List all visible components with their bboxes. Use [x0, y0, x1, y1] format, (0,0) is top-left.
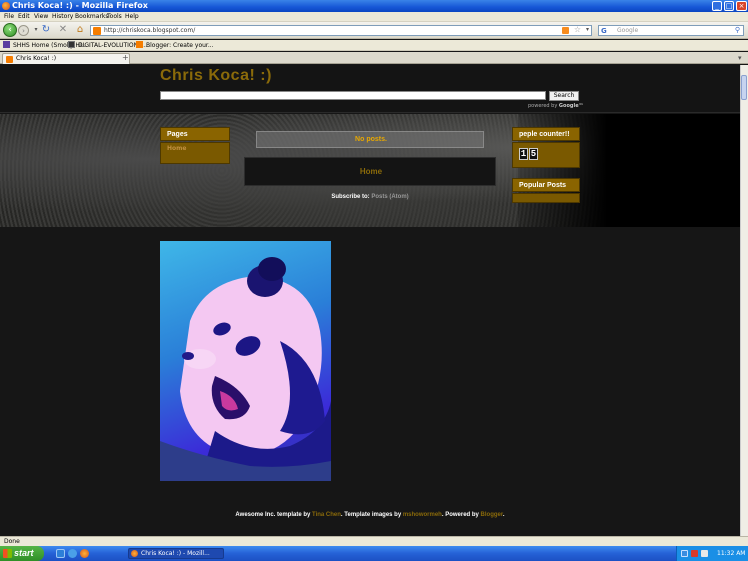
firefox-icon — [131, 550, 138, 557]
menu-view[interactable]: View — [34, 12, 48, 22]
menu-history[interactable]: History — [52, 12, 73, 22]
status-bar: Done — [0, 536, 748, 546]
start-label: start — [14, 548, 34, 558]
navigation-toolbar: ‹ › ▾ ↻ ✕ ⌂ http://chriskoca.blogspot.co… — [0, 22, 748, 39]
page-viewport: Chris Koca! :) Search powered by Google™… — [0, 65, 740, 536]
new-tab-button[interactable]: + — [122, 53, 129, 63]
security-alert-icon[interactable] — [691, 550, 698, 557]
tab-label: Chris Koca! :) — [16, 55, 57, 62]
bookmark-icon — [3, 41, 10, 48]
blog-search-input[interactable] — [160, 91, 546, 100]
star-bookmark-icon[interactable]: ☆ — [574, 25, 581, 34]
show-desktop-icon[interactable] — [56, 549, 65, 558]
footer-link-blogger[interactable]: Blogger — [481, 512, 503, 518]
subscribe-link[interactable]: Posts (Atom) — [371, 194, 408, 200]
forward-button[interactable]: › — [18, 25, 29, 36]
firefox-icon — [2, 2, 10, 10]
popular-posts-header: Popular Posts — [512, 178, 580, 192]
no-posts-text: No posts. — [355, 136, 387, 143]
panda-illustration — [160, 257, 331, 481]
menu-bookmarks[interactable]: Bookmarks — [75, 12, 109, 22]
url-text: http://chriskoca.blogspot.com/ — [104, 27, 196, 34]
counter-digit: 5 — [529, 148, 538, 160]
help-icon[interactable] — [681, 550, 688, 557]
footer-text: . Template images by — [340, 512, 403, 518]
windows-flag-icon — [3, 549, 12, 558]
google-search-icon: G — [601, 27, 607, 35]
pages-home-link[interactable]: Home — [167, 145, 186, 152]
blogger-icon — [136, 41, 143, 48]
scrollbar-thumb[interactable] — [741, 75, 747, 100]
bookmarks-toolbar: SHHS Home (Smoky Hi... DIGITAL-EVOLUTION… — [0, 40, 748, 51]
address-bar[interactable]: http://chriskoca.blogspot.com/ ☆ ▾ — [90, 25, 592, 36]
pages-widget-body: Home — [160, 142, 230, 164]
url-dropdown-icon[interactable]: ▾ — [586, 26, 589, 33]
blogger-favicon — [6, 56, 13, 63]
footer-text: Awesome Inc. template by — [235, 512, 313, 518]
firefox-quicklaunch-icon[interactable] — [80, 549, 89, 558]
stop-icon[interactable]: ✕ — [57, 24, 69, 36]
menu-bar: File Edit View History Bookmarks Tools H… — [0, 12, 748, 22]
rss-feed-icon[interactable] — [562, 27, 569, 34]
close-button[interactable]: × — [736, 1, 747, 11]
home-link-box: Home — [244, 157, 496, 186]
menu-help[interactable]: Help — [125, 12, 139, 22]
blog-title[interactable]: Chris Koca! :) — [160, 67, 272, 85]
blog-footer: Awesome Inc. template by Tina Chen. Temp… — [0, 512, 740, 518]
vertical-scrollbar[interactable] — [740, 65, 748, 536]
task-label: Chris Koca! :) - Mozill... — [141, 550, 210, 557]
footer-text: . Powered by — [441, 512, 481, 518]
window-title: Chris Koca! :) - Mozilla Firefox — [12, 1, 148, 10]
search-placeholder: Google — [617, 27, 639, 34]
maximize-button[interactable]: □ — [724, 1, 734, 11]
pages-widget-header: Pages — [160, 127, 230, 141]
powered-by-google: powered by Google™ — [528, 103, 584, 109]
subscribe-line: Subscribe to: Posts (Atom) — [244, 194, 496, 200]
counter-widget-header: peple counter!! — [512, 127, 580, 141]
clock[interactable]: 11:32 AM — [717, 546, 745, 561]
windows-taskbar: start Chris Koca! :) - Mozill... 11:32 A… — [0, 546, 748, 561]
subscribe-label: Subscribe to: — [331, 194, 370, 200]
minimize-button[interactable]: _ — [712, 1, 722, 11]
home-icon[interactable]: ⌂ — [74, 24, 86, 36]
menu-tools[interactable]: Tools — [107, 12, 122, 22]
menu-file[interactable]: File — [4, 12, 14, 22]
blog-header: Chris Koca! :) Search powered by Google™ — [0, 65, 740, 113]
hero-banner: Pages Home No posts. Home Subscribe to: … — [0, 114, 740, 227]
panda-photo[interactable] — [160, 241, 331, 481]
bookmark-label: Blogger: Create your... — [146, 42, 214, 49]
ie-icon[interactable] — [68, 549, 77, 558]
tab-list-icon[interactable]: ▾ — [738, 54, 742, 62]
post-status-bar: No posts. — [256, 131, 484, 148]
back-button[interactable]: ‹ — [3, 23, 17, 37]
window-title-bar: Chris Koca! :) - Mozilla Firefox _ □ × — [0, 0, 748, 12]
search-go-icon[interactable]: ⚲ — [735, 26, 740, 34]
tab-strip: Chris Koca! :) + ▾ — [0, 52, 748, 64]
taskbar-firefox-window[interactable]: Chris Koca! :) - Mozill... — [128, 548, 224, 559]
footer-link-images[interactable]: mshowormeh — [403, 512, 442, 518]
system-tray: 11:32 AM — [676, 546, 748, 561]
counter-widget-body: 1 5 — [512, 142, 580, 168]
google-logo: Google™ — [558, 103, 584, 109]
blogger-favicon — [93, 27, 101, 35]
menu-edit[interactable]: Edit — [18, 12, 30, 22]
reload-icon[interactable]: ↻ — [40, 24, 52, 36]
footer-text: . — [502, 512, 505, 518]
start-button[interactable]: start — [0, 546, 44, 561]
bookmark-item-blogger[interactable]: Blogger: Create your... — [136, 40, 214, 51]
blog-search-button[interactable]: Search — [549, 91, 579, 101]
powered-by-text: powered by — [528, 103, 558, 109]
popular-posts-body — [512, 193, 580, 203]
home-link[interactable]: Home — [245, 158, 497, 186]
bookmark-icon — [68, 41, 75, 48]
counter-digit: 1 — [519, 148, 528, 160]
search-input[interactable]: G Google ⚲ — [598, 25, 744, 36]
footer-link-author[interactable]: Tina Chen — [312, 512, 341, 518]
volume-icon[interactable] — [701, 550, 708, 557]
tab-chris-koca[interactable]: Chris Koca! :) — [2, 53, 130, 64]
